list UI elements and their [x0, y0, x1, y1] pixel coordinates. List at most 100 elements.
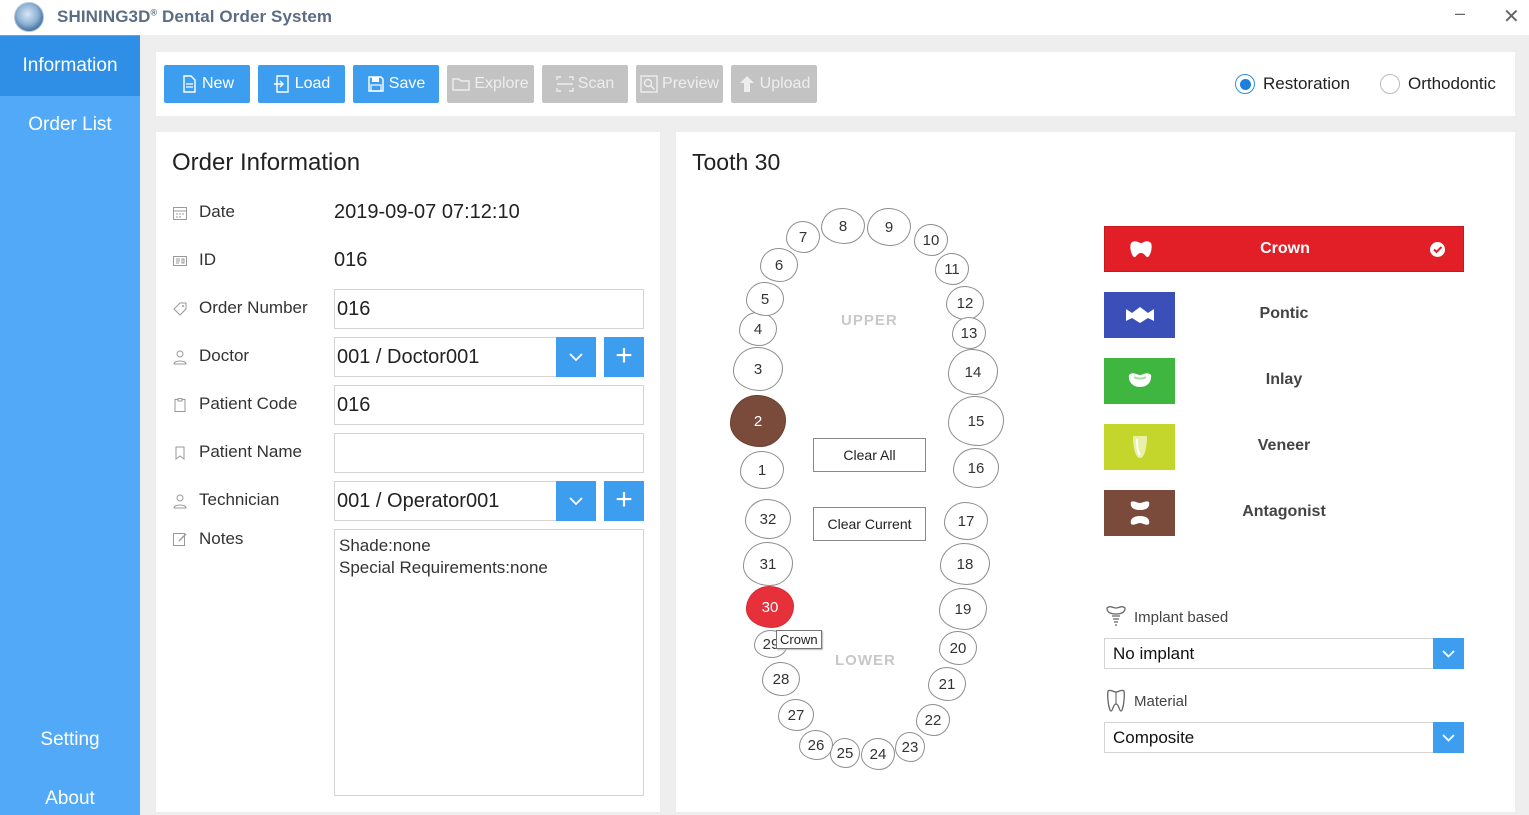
- tooth-1[interactable]: 1: [740, 451, 784, 489]
- tooth-2[interactable]: 2: [730, 395, 786, 447]
- tooth-30[interactable]: 30: [746, 586, 794, 628]
- doctor-dropdown-button[interactable]: [556, 337, 596, 377]
- sidebar-item-about[interactable]: About: [0, 769, 140, 815]
- tooth-32[interactable]: 32: [745, 499, 791, 539]
- date-value: 2019-09-07 07:12:10: [334, 201, 520, 223]
- date-row: Date 2019-09-07 07:12:10: [172, 193, 644, 233]
- id-value: 016: [334, 249, 368, 271]
- tooth-15[interactable]: 15: [948, 396, 1004, 446]
- tooth-23[interactable]: 23: [895, 732, 925, 762]
- preview-button[interactable]: Preview: [636, 65, 723, 103]
- clear-current-button[interactable]: Clear Current: [813, 507, 926, 541]
- restoration-radio[interactable]: Restoration: [1235, 74, 1350, 94]
- calendar-icon: [173, 207, 187, 220]
- tooth-21[interactable]: 21: [928, 667, 966, 701]
- notes-label: Notes: [199, 529, 244, 548]
- veneer-swatch: [1104, 424, 1175, 470]
- upload-button[interactable]: Upload: [731, 65, 817, 103]
- tooth-11[interactable]: 11: [935, 253, 969, 285]
- tooth-12[interactable]: 12: [946, 286, 984, 320]
- tooth-10[interactable]: 10: [914, 224, 948, 256]
- orthodontic-radio[interactable]: Orthodontic: [1380, 74, 1496, 94]
- sidebar-item-order-list[interactable]: Order List: [0, 95, 140, 155]
- folder-icon: [452, 78, 471, 91]
- scan-button[interactable]: Scan: [542, 65, 628, 103]
- material-dropdown-button[interactable]: [1433, 722, 1464, 753]
- restoration-type-veneer[interactable]: Veneer: [1104, 424, 1464, 470]
- tooth-27[interactable]: 27: [778, 699, 814, 731]
- explore-button[interactable]: Explore: [447, 65, 534, 103]
- tooth-26[interactable]: 26: [799, 730, 833, 760]
- implant-select[interactable]: No implant: [1104, 638, 1464, 669]
- notes-textarea[interactable]: Shade:none Special Requirements:none: [334, 529, 644, 796]
- material-label: Material: [1104, 688, 1187, 714]
- inlay-icon: [1128, 373, 1151, 387]
- tooth-3[interactable]: 3: [733, 347, 783, 391]
- restoration-radio-label: Restoration: [1263, 74, 1350, 93]
- restoration-type-antagonist[interactable]: Antagonist: [1104, 490, 1464, 536]
- tooth-13[interactable]: 13: [952, 317, 986, 349]
- material-icon: [1107, 689, 1125, 712]
- pontic-label: Pontic: [1259, 305, 1309, 322]
- restoration-type-pontic[interactable]: Pontic: [1104, 292, 1464, 338]
- minimize-button[interactable]: –: [1455, 3, 1465, 24]
- id-row: ID 016: [172, 241, 644, 281]
- tooth-6[interactable]: 6: [760, 248, 798, 282]
- chevron-down-icon: [569, 497, 583, 506]
- crown-tooltip: Crown: [776, 630, 822, 649]
- plus-icon: +: [615, 339, 633, 372]
- tooth-18[interactable]: 18: [940, 543, 990, 585]
- tooth-17[interactable]: 17: [944, 502, 988, 540]
- tooth-14[interactable]: 14: [948, 349, 998, 395]
- add-technician-button[interactable]: +: [604, 481, 644, 521]
- bookmark-icon: [175, 446, 185, 460]
- add-doctor-button[interactable]: +: [604, 337, 644, 377]
- tag-icon: [173, 302, 187, 316]
- pontic-swatch: [1104, 292, 1175, 338]
- upload-arrow-icon: [739, 76, 754, 92]
- inlay-swatch: [1104, 358, 1175, 404]
- technician-dropdown-button[interactable]: [556, 481, 596, 521]
- tooth-4[interactable]: 4: [739, 312, 777, 346]
- restoration-type-inlay[interactable]: Inlay: [1104, 358, 1464, 404]
- tooth-22[interactable]: 22: [916, 704, 950, 736]
- patient-name-input[interactable]: [334, 433, 644, 473]
- sidebar-item-information[interactable]: Information: [0, 36, 140, 96]
- tooth-7[interactable]: 7: [786, 221, 820, 253]
- tooth-28[interactable]: 28: [762, 662, 800, 696]
- patient-code-row: Patient Code 016: [172, 385, 644, 425]
- tooth-19[interactable]: 19: [939, 588, 987, 630]
- material-select-value: Composite: [1113, 728, 1195, 747]
- order-number-row: Order Number 016: [172, 289, 644, 329]
- restoration-type-crown[interactable]: Crown: [1104, 226, 1464, 272]
- doctor-label: Doctor: [199, 346, 250, 365]
- tooth-20[interactable]: 20: [939, 631, 977, 665]
- tooth-31[interactable]: 31: [743, 542, 793, 586]
- new-button[interactable]: New: [164, 65, 250, 103]
- antagonist-label: Antagonist: [1242, 503, 1326, 520]
- tooth-5[interactable]: 5: [746, 282, 784, 316]
- chevron-down-icon: [1442, 734, 1455, 742]
- order-number-input[interactable]: 016: [334, 289, 644, 329]
- save-button-label: Save: [388, 75, 426, 92]
- close-button[interactable]: ✕: [1503, 4, 1520, 29]
- app-logo: [14, 2, 44, 32]
- implant-dropdown-button[interactable]: [1433, 638, 1464, 669]
- material-select[interactable]: Composite: [1104, 722, 1464, 753]
- load-button[interactable]: Load: [258, 65, 345, 103]
- tooth-9[interactable]: 9: [867, 208, 911, 246]
- lower-arch-label: LOWER: [835, 652, 896, 669]
- save-button[interactable]: Save: [353, 65, 439, 103]
- patient-code-input[interactable]: 016: [334, 385, 644, 425]
- doctor-row: Doctor 001 / Doctor001 +: [172, 337, 644, 377]
- tooth-25[interactable]: 25: [830, 738, 860, 768]
- person-icon: [173, 494, 187, 509]
- clear-all-button[interactable]: Clear All: [813, 438, 926, 472]
- app-title: SHINING3D® Dental Order System: [57, 7, 333, 26]
- tooth-8[interactable]: 8: [821, 208, 865, 244]
- tooth-16[interactable]: 16: [953, 448, 999, 488]
- preview-icon: [640, 75, 658, 93]
- sidebar-item-setting[interactable]: Setting: [0, 710, 140, 770]
- tooth-24[interactable]: 24: [861, 738, 895, 770]
- id-card-icon: [173, 256, 187, 266]
